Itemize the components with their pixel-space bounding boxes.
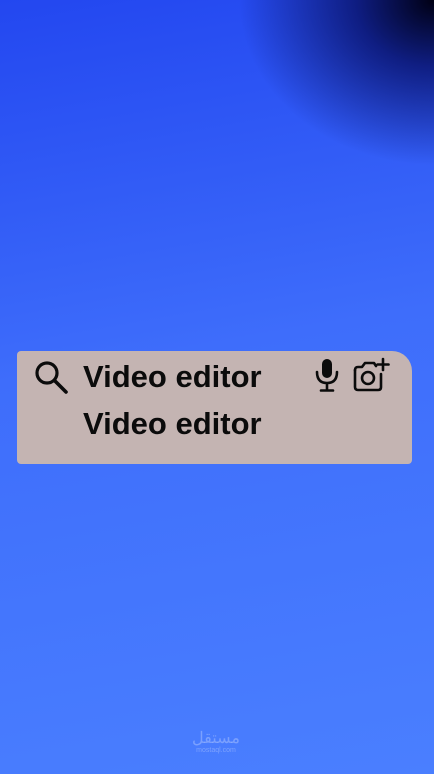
- watermark-url: mostaql.com: [196, 747, 236, 754]
- watermark-logo-text: مستقل: [192, 730, 240, 747]
- search-widget: Video editor Video editor: [17, 351, 412, 464]
- watermark-logo: مستقل mostaql.com: [186, 731, 246, 755]
- search-icon[interactable]: [33, 359, 69, 395]
- search-suggestion[interactable]: Video editor: [83, 404, 262, 444]
- camera-add-icon[interactable]: [352, 357, 390, 393]
- search-query-text[interactable]: Video editor: [83, 357, 262, 397]
- microphone-icon[interactable]: [313, 358, 341, 392]
